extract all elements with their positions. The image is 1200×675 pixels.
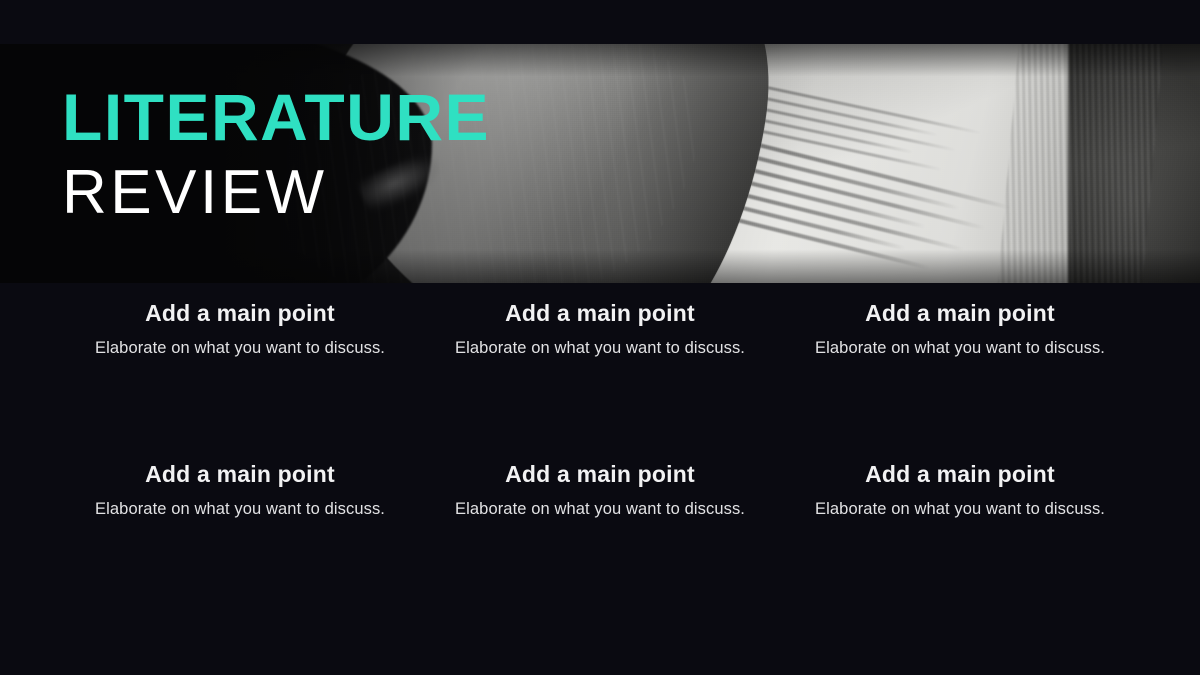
main-point-body: Elaborate on what you want to discuss. xyxy=(455,339,745,357)
main-point-title: Add a main point xyxy=(145,300,335,326)
main-point-1[interactable]: Add a main point Elaborate on what you w… xyxy=(60,300,420,361)
page-title: LITERATURE REVIEW xyxy=(62,80,491,228)
main-point-body: Elaborate on what you want to discuss. xyxy=(95,499,385,518)
slide: LITERATURE REVIEW Add a main point Elabo… xyxy=(0,0,1200,675)
main-point-title: Add a main point xyxy=(865,460,1055,487)
main-point-3[interactable]: Add a main point Elaborate on what you w… xyxy=(780,300,1140,361)
main-point-body: Elaborate on what you want to discuss. xyxy=(815,499,1105,518)
main-point-4[interactable]: Add a main point Elaborate on what you w… xyxy=(60,461,420,522)
main-point-title: Add a main point xyxy=(505,460,695,487)
main-point-body: Elaborate on what you want to discuss. xyxy=(815,339,1105,357)
main-point-body: Elaborate on what you want to discuss. xyxy=(455,499,745,518)
main-point-5[interactable]: Add a main point Elaborate on what you w… xyxy=(420,461,780,522)
main-points-grid: Add a main point Elaborate on what you w… xyxy=(0,300,1200,522)
top-dark-band xyxy=(0,0,1200,44)
title-line-review: REVIEW xyxy=(62,158,328,228)
main-point-body: Elaborate on what you want to discuss. xyxy=(95,339,385,357)
main-point-6[interactable]: Add a main point Elaborate on what you w… xyxy=(780,461,1140,522)
main-point-title: Add a main point xyxy=(865,300,1055,326)
main-point-title: Add a main point xyxy=(145,460,335,487)
title-line-literature: LITERATURE xyxy=(62,80,491,154)
main-point-title: Add a main point xyxy=(505,300,695,326)
main-point-2[interactable]: Add a main point Elaborate on what you w… xyxy=(420,300,780,361)
